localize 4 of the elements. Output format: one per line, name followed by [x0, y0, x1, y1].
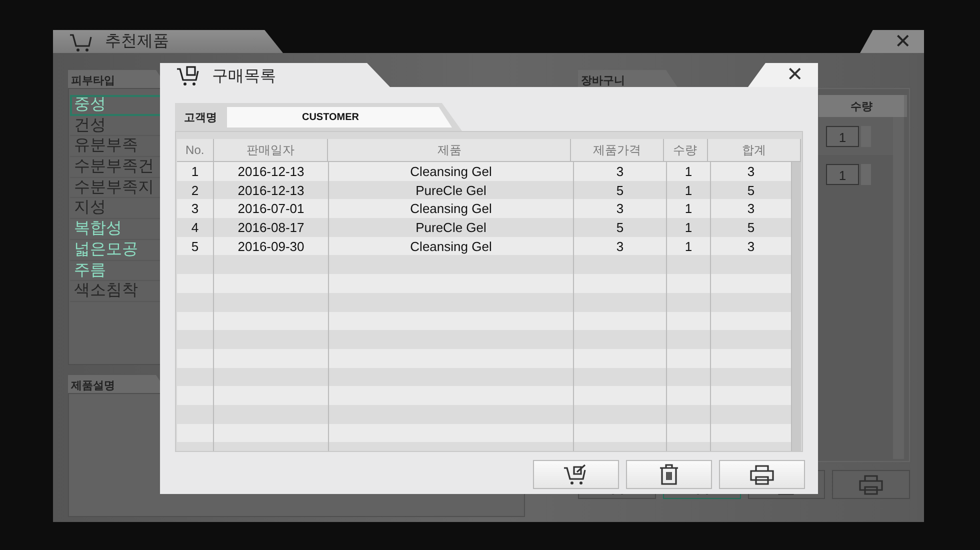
column-header: 수량: [819, 95, 904, 117]
window-title: 추천제품: [105, 32, 169, 52]
field-label: 고객명: [184, 110, 217, 124]
dialog-title: 구매목록: [212, 66, 276, 86]
